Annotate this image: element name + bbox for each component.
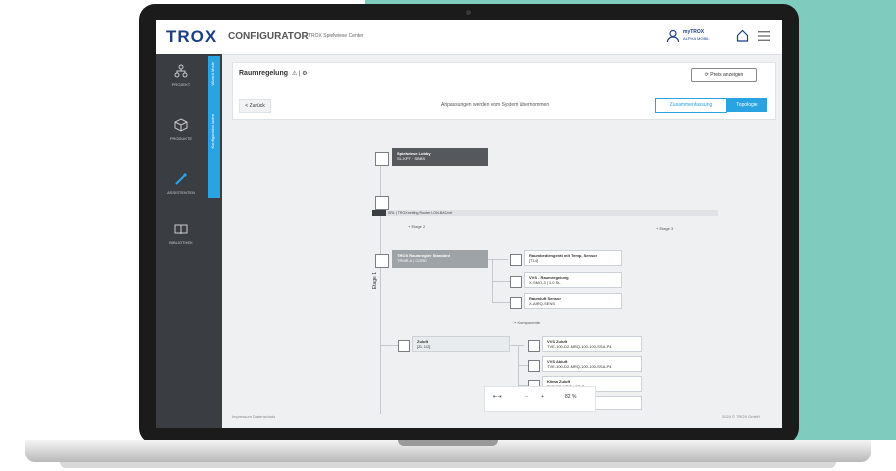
- brand-logo[interactable]: TROX: [166, 27, 217, 47]
- user-icon[interactable]: [666, 29, 680, 43]
- zone-icon[interactable]: [398, 340, 410, 352]
- add-floor-right-link[interactable]: + Etage 3: [656, 226, 673, 231]
- camera-dot: [466, 10, 471, 15]
- zoom-in-button[interactable]: +: [541, 394, 544, 400]
- network-icon: [174, 64, 188, 78]
- title-status-icons[interactable]: ⚠ | ⚙: [292, 71, 308, 77]
- connector-line: [492, 281, 510, 282]
- sidebar: PROJEKT PRODUKTE ASSISTENTEN BIBLIOTHEK: [156, 54, 206, 428]
- add-component-link[interactable]: + Komponente: [514, 320, 540, 325]
- connector-line: [380, 345, 398, 346]
- page-title-text: Raumregelung: [239, 70, 289, 77]
- air-sensor-icon[interactable]: [510, 297, 522, 309]
- bus-tag: [372, 210, 386, 216]
- zone-component-sub: TVE-100-D2-MRQ-100-100-SSA-P4: [547, 344, 612, 349]
- vav-supply-icon[interactable]: [528, 340, 540, 352]
- laptop-base-shadow: [60, 462, 836, 468]
- controller-icon[interactable]: [375, 254, 389, 268]
- main-content: Raumregelung ⚠ | ⚙ ⟳ Preis anzeigen < Zu…: [222, 54, 782, 428]
- topology-diagram: Spielwiese Lobby SL-KPT · SBBS SRL | TRO…: [222, 124, 782, 414]
- user-org: ALPHA MOBIL: [683, 36, 710, 41]
- connector-line: [510, 345, 524, 346]
- zoom-out-button[interactable]: −: [525, 394, 528, 400]
- zone-component-sub: TVE-100-D2-MRQ-100-100-SSA-P4: [547, 364, 612, 369]
- component-node[interactable]: Raumbediengerät mit Temp. Sensor [T14]: [524, 250, 622, 266]
- connector-line: [488, 259, 508, 260]
- summary-toggle[interactable]: Zusammenfassung: [655, 98, 727, 113]
- component-sub: X-SMO-3 | 1.0 SL: [529, 280, 561, 285]
- sidebar-item-library[interactable]: BIBLIOTHEK: [156, 222, 206, 266]
- floor-label: Etage 1: [372, 272, 378, 290]
- cube-icon: [174, 118, 188, 132]
- sidebar-item-label: ASSISTENTEN: [167, 190, 195, 195]
- component-node[interactable]: Raumluft Sensor X-AIRQ-SENS: [524, 293, 622, 309]
- laptop-notch: [398, 440, 498, 446]
- component-sub: X-AIRQ-SENS: [529, 301, 556, 306]
- user-name[interactable]: myTROX: [683, 29, 704, 35]
- sidebar-item-label: PROJEKT: [171, 82, 191, 87]
- page-title: Raumregelung ⚠ | ⚙: [239, 70, 308, 77]
- footer-copyright: 2024 © TROX GmbH: [722, 414, 760, 419]
- wand-icon: [175, 173, 187, 185]
- room-panel-icon[interactable]: [510, 254, 522, 266]
- add-floor-left-link[interactable]: + Etage 2: [408, 224, 425, 229]
- root-node-sub: SL-KPT · SBBS: [397, 156, 426, 161]
- hamburger-menu-icon[interactable]: [758, 31, 770, 41]
- project-name[interactable]: TROX Spielwiese Center: [308, 33, 364, 39]
- vav-exhaust-icon[interactable]: [528, 360, 540, 372]
- controller-node[interactable]: TROX Raumregler Standard TRMR-6 | CORE: [392, 250, 488, 268]
- router-icon[interactable]: [375, 196, 389, 210]
- topology-toggle[interactable]: Topologie: [727, 98, 767, 112]
- connector-line: [492, 302, 510, 303]
- sidebar-item-label: PRODUKTE: [169, 136, 193, 141]
- wizard-tab-rail: Wizard Mode Konfiguration laden: [206, 54, 222, 428]
- footer-links[interactable]: Impressum Datenschutz: [232, 414, 275, 419]
- header-panel: Raumregelung ⚠ | ⚙ ⟳ Preis anzeigen < Zu…: [232, 62, 776, 120]
- back-button[interactable]: < Zurück: [239, 99, 271, 113]
- tab-wizard-mode[interactable]: Wizard Mode: [210, 62, 215, 86]
- zone-component-node[interactable]: VVS Zuluft TVE-100-D2-MRQ-100-100-SSA-P4: [542, 336, 642, 352]
- bus-label: SRL | TROXnetting Router LON-BACnet: [388, 211, 453, 215]
- app-screen: TROX CONFIGURATOR TROX Spielwiese Center…: [156, 20, 782, 428]
- zone-component-node[interactable]: VVS Abluft TVE-100-D2-MRQ-100-100-SSA-P4: [542, 356, 642, 372]
- book-icon: [174, 224, 188, 235]
- building-icon[interactable]: [375, 152, 389, 166]
- top-bar: TROX CONFIGURATOR TROX Spielwiese Center…: [156, 20, 782, 55]
- home-icon[interactable]: [736, 29, 749, 42]
- root-node[interactable]: Spielwiese Lobby SL-KPT · SBBS: [392, 148, 488, 166]
- component-node[interactable]: VVS - Raumregelung X-SMO-3 | 1.0 SL: [524, 272, 622, 288]
- status-message: Anpassungen werden vom System übernommen: [441, 102, 550, 108]
- zoom-level: 82 %: [565, 394, 577, 400]
- sidebar-item-label: BIBLIOTHEK: [169, 240, 193, 245]
- controller-sub: TRMR-6 | CORE: [397, 258, 427, 263]
- app-title: CONFIGURATOR: [228, 31, 309, 42]
- connector-line: [518, 365, 528, 366]
- fit-view-button[interactable]: ⇤⇥: [493, 394, 501, 400]
- tab-load-configuration[interactable]: Konfiguration laden: [210, 114, 215, 148]
- sidebar-item-products[interactable]: PRODUKTE: [156, 118, 206, 162]
- component-title: Raumbediengerät mit Temp. Sensor: [529, 253, 598, 258]
- sidebar-item-project[interactable]: PROJEKT: [156, 64, 206, 108]
- component-sub: [T14]: [529, 258, 539, 263]
- trunk-line: [380, 154, 381, 414]
- show-price-label: Preis anzeigen: [710, 72, 744, 78]
- zoom-toolbar: ⇤⇥ − + 82 %: [484, 386, 596, 412]
- show-price-button[interactable]: ⟳ Preis anzeigen: [691, 68, 757, 82]
- sidebar-item-assistants[interactable]: ASSISTENTEN: [156, 172, 206, 216]
- vav-control-icon[interactable]: [510, 276, 522, 288]
- zone-sub: [ZL 1/2]: [417, 344, 431, 349]
- zone-node[interactable]: Zuluft [ZL 1/2]: [412, 336, 510, 352]
